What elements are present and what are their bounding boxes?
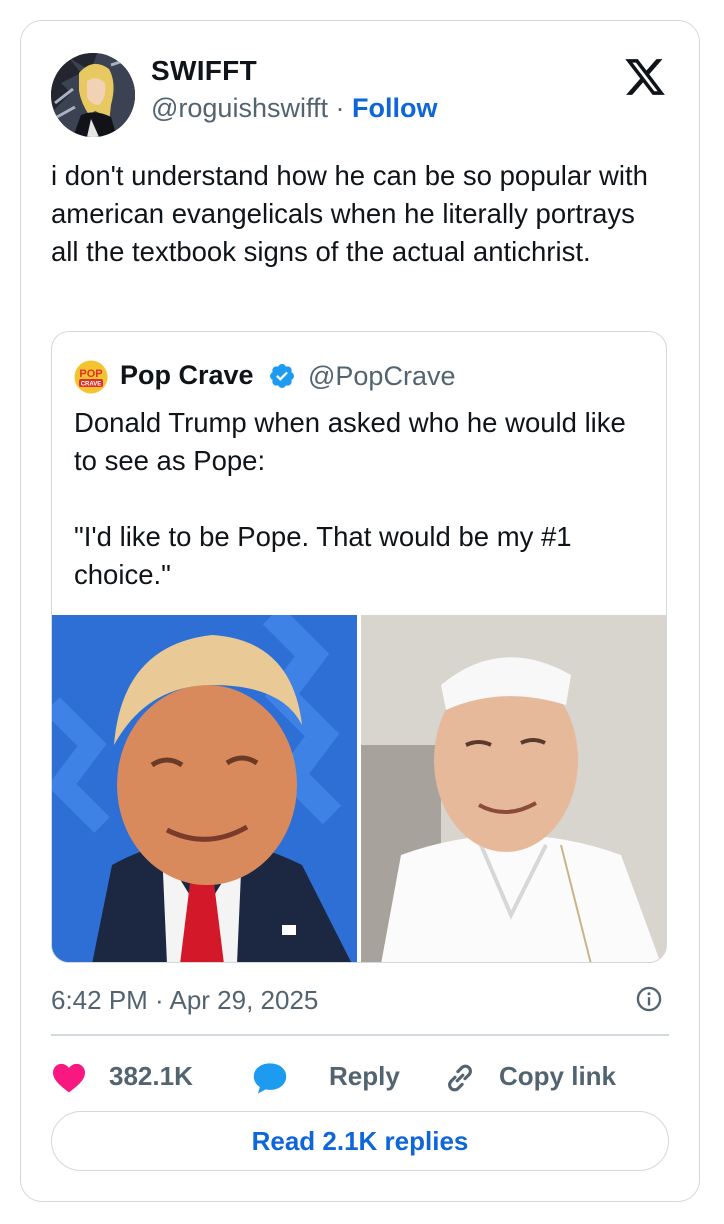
author-handle-row: @roguishswifft · Follow <box>151 93 438 124</box>
copy-link-label: Copy link <box>499 1061 617 1091</box>
quoted-handle[interactable]: @PopCrave <box>308 361 455 392</box>
quoted-display-name[interactable]: Pop Crave <box>120 360 254 391</box>
verified-badge-icon <box>270 364 294 388</box>
reply-bubble-icon <box>253 1063 287 1094</box>
quoted-tweet-text: Donald Trump when asked who he would lik… <box>74 407 626 590</box>
heart-icon <box>53 1063 85 1093</box>
popcrave-logo[interactable]: POP CRAVE <box>74 360 108 394</box>
photo-trump[interactable] <box>52 615 357 962</box>
logo-text-top: POP <box>79 368 102 380</box>
separator-dot: · <box>335 93 345 123</box>
tweet-header: SWIFFT @roguishswifft · Follow <box>51 53 671 137</box>
author-display-name[interactable]: SWIFFT <box>151 55 257 87</box>
divider <box>51 1034 669 1036</box>
quoted-media[interactable] <box>52 615 666 962</box>
timestamp[interactable]: 6:42 PM · Apr 29, 2025 <box>51 985 318 1016</box>
embedded-tweet-card: SWIFFT @roguishswifft · Follow i don't u… <box>20 20 700 1202</box>
like-button[interactable]: 382.1K <box>51 1057 231 1097</box>
copy-link-button[interactable]: Copy link <box>443 1057 663 1097</box>
like-count: 382.1K <box>109 1061 193 1091</box>
action-bar: 382.1K Reply Copy link <box>51 1057 671 1097</box>
author-avatar[interactable] <box>51 53 135 137</box>
reply-button[interactable]: Reply <box>251 1057 421 1097</box>
tweet-text: i don't understand how he can be so popu… <box>51 160 648 267</box>
info-icon[interactable] <box>635 985 663 1013</box>
read-replies-button[interactable]: Read 2.1K replies <box>51 1111 669 1171</box>
quoted-tweet[interactable]: POP CRAVE Pop Crave @PopCrave Donald Tru… <box>51 331 667 963</box>
logo-text-bottom: CRAVE <box>81 382 102 388</box>
reply-label: Reply <box>329 1061 400 1091</box>
author-handle[interactable]: @roguishswifft <box>151 93 328 123</box>
follow-link[interactable]: Follow <box>352 93 437 123</box>
link-icon <box>448 1064 472 1092</box>
photo-pope[interactable] <box>361 615 666 962</box>
x-logo-icon[interactable] <box>623 55 667 99</box>
